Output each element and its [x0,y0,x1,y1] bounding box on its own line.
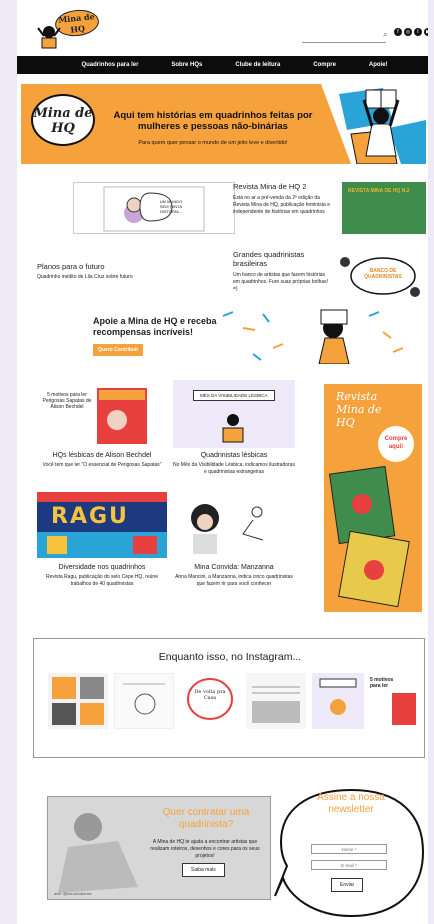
nav-item-quadrinhos[interactable]: Quadrinhos para ler [81,62,138,68]
planos-title[interactable]: Planos para o futuro [37,262,227,271]
revista-feature-image[interactable]: REVISTA MINA DE HQ N.2 [342,182,426,234]
instagram-post[interactable]: 5 motivos para ler [368,673,420,729]
card-image-lesbicas[interactable]: MÊS DA VISIBILIDADE LÉSBICA [173,380,295,448]
grandes-title[interactable]: Grandes quadrinistas brasileiras [233,250,333,268]
revista-image-text: REVISTA MINA DE HQ N.2 [348,188,410,194]
nav-item-sobre-hqs[interactable]: Sobre HQs [171,62,202,68]
grandes-feature: Grandes quadrinistas brasileiras Um banc… [233,250,333,293]
grandes-text: Um banco de artistas que fazem histórias… [233,272,329,292]
instagram-post[interactable]: De volta pra Casa [180,673,240,729]
nav-item-apoie[interactable]: Apoie! [369,62,388,68]
hero-title: Aqui tem histórias em quadrinhos feitas … [113,110,313,132]
contract-title: Quer contratar uma quadrinista? [162,807,250,830]
hero-banner[interactable]: Mina de HQ Aqui tem histórias em quadrin… [21,84,426,164]
instagram-post-text: 5 motivos para ler [370,677,394,689]
card-image-manzanna[interactable] [173,492,295,558]
newsletter-signup: Assine a nossa newsletter Enviar [273,786,427,920]
facebook-icon[interactable]: f [394,28,402,36]
comic-strip-illustration [103,186,205,232]
twitter-icon[interactable]: t [414,28,422,36]
revista-title[interactable]: Revista Mina de HQ 2 [233,182,337,191]
card-manzanna: Mina Convida: Manzanna Anna Mancini, a M… [173,564,295,588]
revista-feature: Revista Mina de HQ 2 Está no ar a pré-ve… [233,182,337,216]
contract-text: A Mina de HQ te ajuda a encontrar artist… [150,839,260,859]
card-text: Revista Ragu, publicação do selo Cepe HQ… [45,574,158,587]
instagram-post-text: De volta pra Casa [194,689,226,701]
nav-item-clube[interactable]: Clube de leitura [235,62,280,68]
hero-subtitle: Para quem quer pensar o mundo de um jeit… [138,140,288,146]
hero-reader-illustration [362,89,400,157]
submit-button[interactable]: Enviar [331,878,364,892]
hire-artist-banner: Quer contratar uma quadrinista? A Mina d… [47,796,271,900]
banco-bubble-text: BANCO DE QUADRINISTAS [364,268,402,280]
newsletter-title: Assine a nossa newsletter [317,792,385,815]
card-lesbicas: Quadrinistas lésbicas No Mês da Visibili… [173,452,295,476]
nav-item-compre[interactable]: Compre [313,62,336,68]
instagram-post[interactable] [48,673,108,729]
support-title: Apoie a Mina de HQ e receba recompensas … [93,316,217,337]
card-title[interactable]: Quadrinistas lésbicas [173,452,295,459]
site-header: Mina de HQ ⌕ f ◎ t ▶ [17,0,428,56]
instagram-post[interactable] [312,673,364,729]
instagram-post-illustration [187,678,233,720]
instagram-section: Enquanto isso, no Instagram... De volta … [33,638,425,758]
card-image-bechdel[interactable]: 5 motivos para ler Perigosas Sapatas de … [37,380,167,448]
revista-sidebar-banner[interactable]: Revista Mina de HQ Compre aqui! [324,384,422,612]
instagram-post[interactable] [114,673,174,729]
search-icon[interactable]: ⌕ [383,29,388,40]
manzanna-photo [191,504,264,554]
card-text: No Mês da Visibilidade Lésbica, indicamo… [173,462,295,475]
card-image-ragu[interactable]: RAGU [37,492,167,558]
revista-text: Está no ar a pré-venda da 2ª edição da R… [233,195,330,215]
youtube-icon[interactable]: ▶ [424,28,428,36]
card-bechdel: HQs lésbicas de Alison Bechdel Você tem … [37,452,167,469]
site-logo[interactable]: Mina de HQ [33,7,105,52]
page: Mina de HQ ⌕ f ◎ t ▶ Quadrinhos para ler… [17,0,428,924]
card-title[interactable]: Mina Convida: Manzanna [173,564,295,571]
card-title[interactable]: Diversidade nos quadrinhos [37,564,167,571]
support-banner[interactable]: Apoie a Mina de HQ e receba recompensas … [73,308,421,364]
card-text: Você tem que ler "O essencial de Perigos… [42,462,162,468]
book-cover-illustration [97,388,147,444]
magazine-covers-illustration [328,465,410,608]
instagram-post-illustration [52,677,104,725]
instagram-post[interactable] [246,673,306,729]
logo-reader-icon [37,26,61,49]
planos-text: Quadrinho inédito de Lila Cruz sobre fut… [37,274,133,280]
instagram-post-illustration [123,683,165,715]
instagram-post-illustration [319,678,357,715]
card-ragu: Diversidade nos quadrinhos Revista Ragu,… [37,564,167,588]
instagram-title: Enquanto isso, no Instagram... [158,651,302,663]
featured-comic-image[interactable]: UM MUNDO SEM TANTA HISTÓRIA... [73,182,235,234]
card-text: Anna Mancini, a Manzanna, indica cinco q… [175,574,293,587]
instagram-post-illustration [252,686,300,723]
art-credit: arte: @veronicaberta [54,891,92,896]
card-title[interactable]: HQs lésbicas de Alison Bechdel [37,452,167,459]
email-field[interactable] [311,860,387,870]
contribute-button[interactable]: Quero Contribuir [93,344,144,356]
social-links: f ◎ t ▶ [394,28,428,36]
banco-quadrinistas-image[interactable]: BANCO DE QUADRINISTAS [335,252,425,304]
main-nav: Quadrinhos para ler Sobre HQs Clube de l… [17,56,428,74]
name-field[interactable] [311,844,387,854]
search-input[interactable]: ⌕ [302,29,388,43]
hero-logo-bubble: Mina de HQ [31,94,95,146]
instagram-icon[interactable]: ◎ [404,28,412,36]
comic-bubble-text: UM MUNDO SEM TANTA HISTÓRIA... [159,199,183,214]
card-image-text: RAGU [51,504,129,529]
card-image-text: 5 motivos para ler Perigosas Sapatas de … [42,392,92,410]
planos-feature: Planos para o futuro Quadrinho inédito d… [37,262,227,281]
learn-more-button[interactable]: Saiba mais [182,863,225,877]
card-image-text: MÊS DA VISIBILIDADE LÉSBICA [193,390,275,401]
